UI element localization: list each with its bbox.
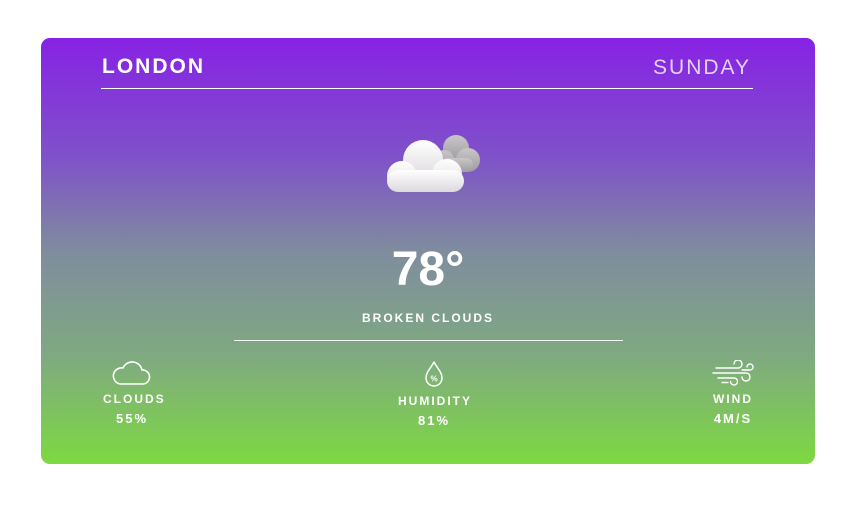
header-divider bbox=[101, 88, 753, 89]
wind-icon bbox=[712, 360, 754, 386]
clouds-stat: CLOUDS 55% bbox=[103, 360, 166, 426]
weather-description: BROKEN CLOUDS bbox=[361, 311, 494, 325]
broken-clouds-icon bbox=[387, 135, 480, 192]
wind-value: 4M/S bbox=[713, 411, 753, 426]
day-name: SUNDAY bbox=[653, 56, 751, 79]
droplet-percent-icon: % bbox=[425, 361, 443, 387]
cloud-outline-icon bbox=[112, 361, 151, 385]
humidity-stat: % HUMIDITY 81% bbox=[398, 360, 470, 428]
wind-stat: WIND 4M/S bbox=[709, 360, 757, 426]
humidity-label: HUMIDITY bbox=[398, 394, 472, 408]
svg-text:%: % bbox=[430, 375, 437, 384]
weather-card: LONDON SUNDAY 78° BROKEN CLOUDS CLOUDS 5… bbox=[41, 38, 815, 464]
stats-divider bbox=[234, 340, 623, 341]
clouds-value: 55% bbox=[115, 411, 149, 426]
humidity-value: 81% bbox=[417, 413, 451, 428]
clouds-label: CLOUDS bbox=[103, 392, 166, 406]
city-name: LONDON bbox=[102, 55, 205, 78]
temperature: 78° bbox=[391, 243, 465, 296]
wind-label: WIND bbox=[713, 392, 753, 406]
